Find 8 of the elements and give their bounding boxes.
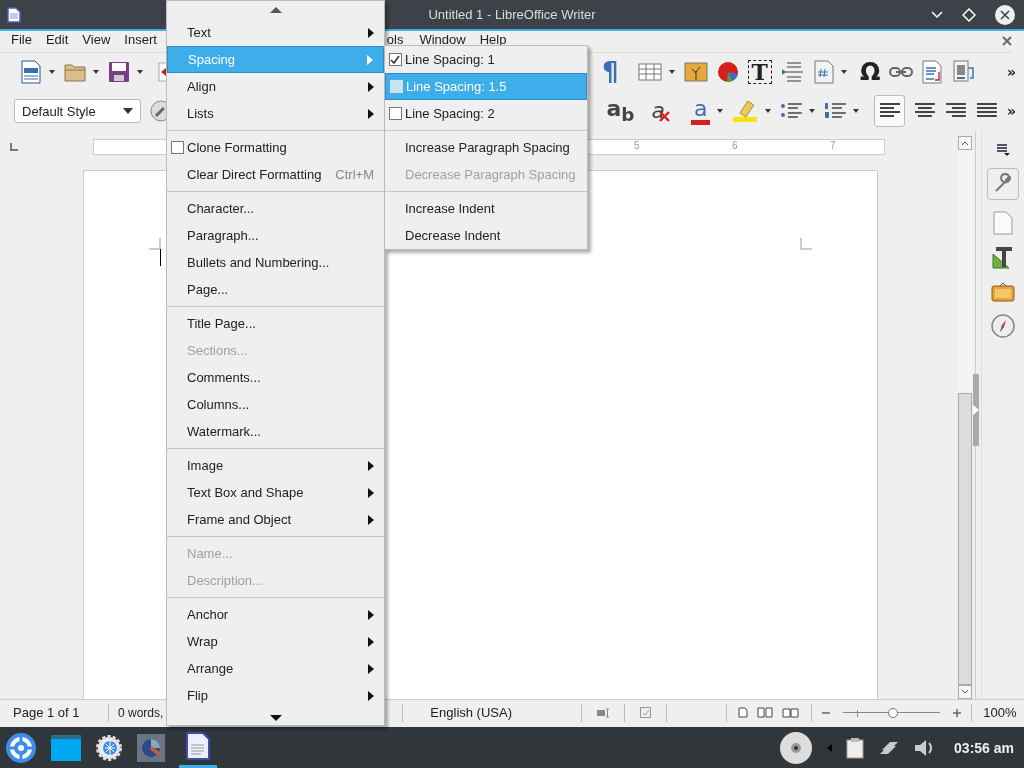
word-count-text: 0 words, <box>118 705 164 720</box>
window-title: Untitled 1 - LibreOffice Writer <box>427 7 597 22</box>
ruler-number: 7 <box>830 140 836 151</box>
ruler-number: 5 <box>634 140 640 151</box>
page-count-text: Page 1 of 1 <box>13 705 81 720</box>
clock-text: 03:56 am <box>954 739 1014 756</box>
shortcut-text: Ctrl+M <box>335 167 374 182</box>
ruler-number: 6 <box>732 140 738 151</box>
